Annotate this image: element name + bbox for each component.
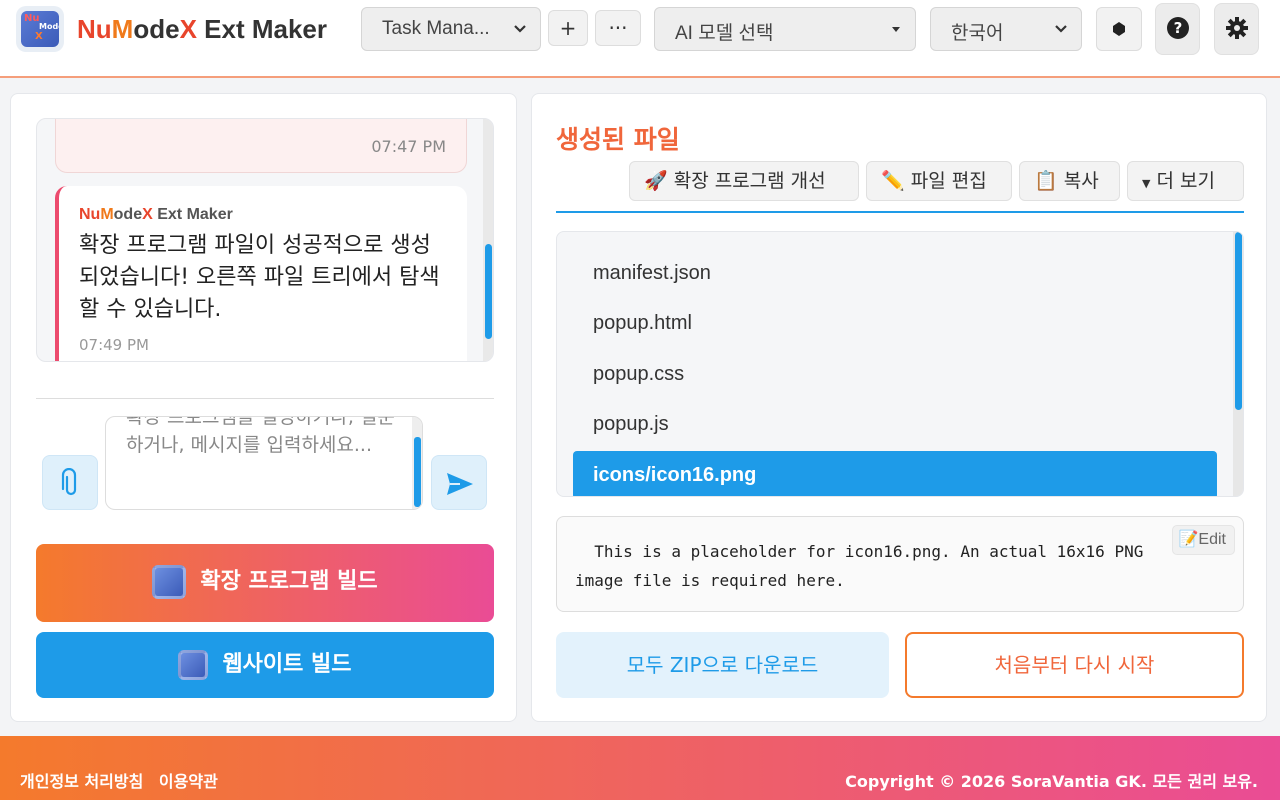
privacy-link[interactable]: 개인정보 처리방침: [20, 772, 143, 791]
more-options-button[interactable]: ···: [595, 10, 641, 46]
footer: 개인정보 처리방침 이용약관 Copyright © 2026 SoraVant…: [0, 736, 1280, 800]
download-zip-button[interactable]: 모두 ZIP으로 다운로드: [556, 632, 889, 698]
message-time: 07:49 PM: [79, 336, 149, 354]
app-logo-icon: [178, 650, 209, 680]
message-time: 07:47 PM: [371, 137, 446, 156]
message-input[interactable]: 확장 프로그램을 설명하거나, 질문하거나, 메시지를 입력하세요...: [105, 416, 423, 510]
svg-text:?: ?: [1174, 19, 1183, 37]
app-logo-icon: [152, 565, 187, 599]
chat-history[interactable]: 07:47 PM NuModeX Ext Maker 확장 프로그램 파일이 성…: [36, 118, 494, 362]
rocket-icon: 🚀: [644, 170, 668, 192]
pencil-icon: ✏️: [881, 170, 905, 192]
preview-edit-button[interactable]: 📝Edit: [1171, 525, 1235, 555]
copy-button[interactable]: 📋 복사: [1019, 161, 1120, 201]
project-select[interactable]: Task Mana...: [361, 7, 541, 51]
edit-icon: 📝: [1178, 531, 1199, 548]
settings-button[interactable]: [1214, 3, 1259, 55]
app-header: Nu Mode X NuModeX Ext Maker Task Mana...…: [0, 0, 1280, 78]
message-sender: NuModeX Ext Maker: [79, 206, 233, 223]
add-project-button[interactable]: +: [548, 10, 588, 46]
caret-down-icon: ▼: [1142, 177, 1151, 190]
files-panel: 생성된 파일 🚀 확장 프로그램 개선 ✏️ 파일 편집 📋 복사 ▼ 더 보기…: [531, 93, 1267, 722]
improve-extension-button[interactable]: 🚀 확장 프로그램 개선: [629, 161, 859, 201]
bot-message: NuModeX Ext Maker 확장 프로그램 파일이 성공적으로 생성되었…: [55, 186, 467, 361]
model-select[interactable]: AI 모델 선택: [654, 7, 916, 51]
user-message: 07:47 PM: [55, 119, 467, 173]
file-item[interactable]: manifest.json: [573, 249, 1217, 297]
file-tree-scrollbar[interactable]: [1233, 232, 1243, 496]
file-tree: manifest.json popup.html popup.css popup…: [556, 231, 1244, 497]
file-item-selected[interactable]: icons/icon16.png: [573, 451, 1217, 496]
divider: [36, 398, 494, 399]
help-button[interactable]: ?: [1155, 3, 1200, 55]
build-website-button[interactable]: 웹사이트 빌드: [36, 632, 494, 698]
file-item[interactable]: popup.js: [573, 400, 1217, 448]
edit-file-button[interactable]: ✏️ 파일 편집: [866, 161, 1012, 201]
build-extension-button[interactable]: 확장 프로그램 빌드: [36, 544, 494, 622]
theme-icon: [1110, 19, 1128, 43]
language-select[interactable]: 한국어: [930, 7, 1082, 51]
copyright: Copyright © 2026 SoraVantia GK. 모든 권리 보유…: [845, 772, 1258, 791]
caret-down-icon: [889, 22, 903, 39]
chat-panel: 07:47 PM NuModeX Ext Maker 확장 프로그램 파일이 성…: [10, 93, 517, 722]
clipboard-icon: 📋: [1034, 170, 1058, 192]
panel-title: 생성된 파일: [556, 125, 680, 154]
app-logo: Nu Mode X: [16, 6, 64, 52]
app-title: NuModeX Ext Maker: [77, 14, 327, 44]
file-item[interactable]: popup.css: [573, 350, 1217, 398]
chevron-down-icon: [1053, 20, 1069, 39]
file-preview: This is a placeholder for icon16.png. An…: [556, 516, 1244, 612]
message-text: 확장 프로그램 파일이 성공적으로 생성되었습니다! 오른쪽 파일 트리에서 탐…: [79, 233, 440, 322]
toolbar-divider: [556, 211, 1244, 213]
chat-scrollbar[interactable]: [483, 119, 493, 361]
terms-link[interactable]: 이용약관: [159, 772, 218, 791]
restart-button[interactable]: 처음부터 다시 시작: [905, 632, 1244, 698]
theme-button[interactable]: [1096, 7, 1142, 51]
file-item[interactable]: popup.html: [573, 299, 1217, 347]
more-button[interactable]: ▼ 더 보기: [1127, 161, 1244, 201]
input-scrollbar[interactable]: [412, 417, 422, 509]
attach-button[interactable]: [42, 455, 98, 510]
chevron-down-icon: [512, 20, 528, 39]
send-button[interactable]: [431, 455, 487, 510]
